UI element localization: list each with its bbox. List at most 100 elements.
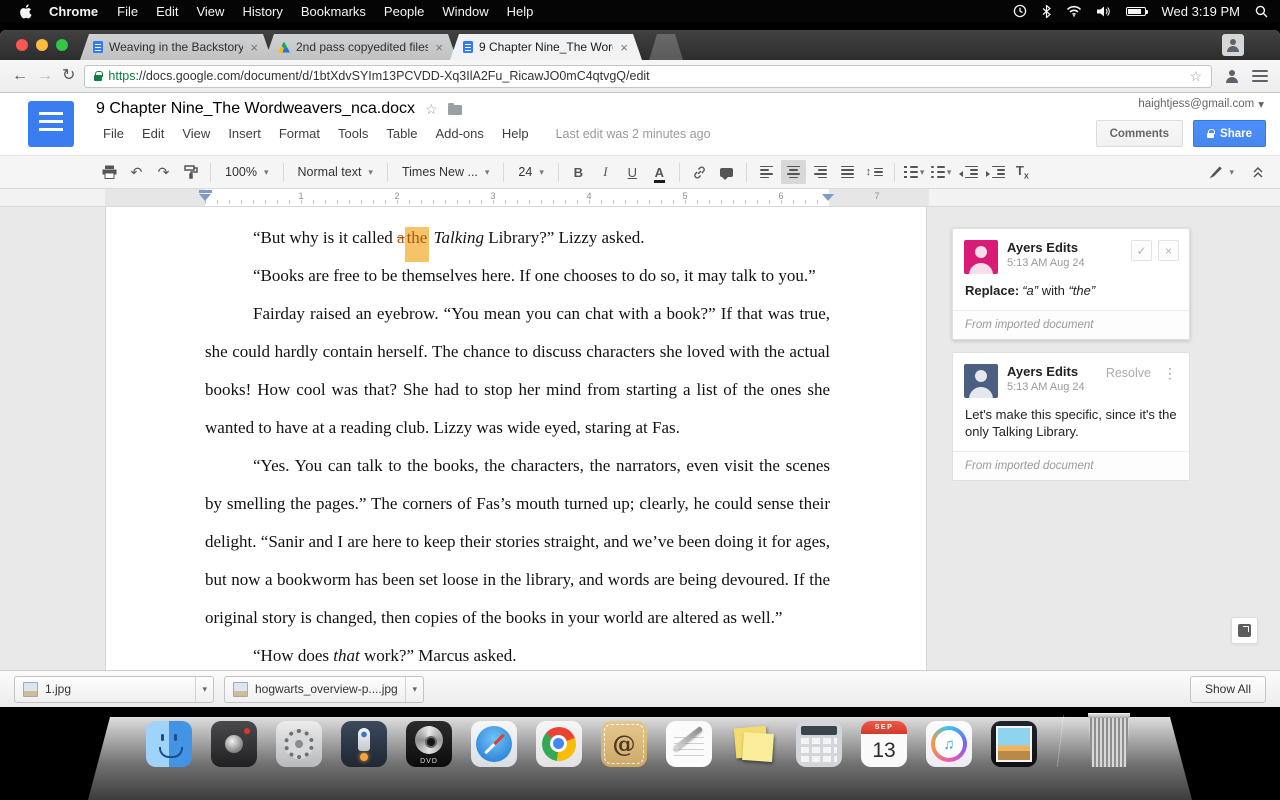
close-window-button[interactable]: [16, 39, 28, 51]
dock-dvd-player-icon[interactable]: DVD: [406, 721, 452, 767]
indent-button[interactable]: [983, 160, 1008, 184]
docs-menu-help[interactable]: Help: [493, 126, 538, 141]
dock-launchpad-icon[interactable]: [341, 721, 387, 767]
star-document-icon[interactable]: ☆: [425, 101, 438, 118]
font-dropdown[interactable]: Times New ... ▾: [395, 160, 496, 184]
bluetooth-icon[interactable]: [1042, 4, 1052, 18]
tab-weaving-backstory[interactable]: Weaving in the Backstory ×: [80, 34, 272, 60]
dock-chrome-icon[interactable]: [536, 721, 582, 767]
dock-iphoto-icon[interactable]: [991, 721, 1037, 767]
dock-textedit-icon[interactable]: [666, 721, 712, 767]
insert-link-button[interactable]: [687, 160, 712, 184]
recent-items-icon[interactable]: [1013, 4, 1027, 18]
new-tab-button[interactable]: [649, 34, 683, 60]
profile-menu-button[interactable]: [1221, 65, 1243, 87]
menubar-item-window[interactable]: Window: [442, 4, 488, 19]
menubar-item-file[interactable]: File: [117, 4, 138, 19]
collapse-toolbar-button[interactable]: [1245, 160, 1270, 184]
dock-trash-icon[interactable]: [1088, 713, 1130, 767]
paragraph[interactable]: “Books are free to be themselves here. I…: [205, 257, 830, 295]
docs-menu-edit[interactable]: Edit: [133, 126, 173, 141]
secure-lock-icon[interactable]: [94, 71, 104, 81]
tab-close-icon[interactable]: ×: [619, 41, 629, 54]
spotlight-icon[interactable]: [1255, 5, 1268, 18]
chrome-menu-button[interactable]: [1252, 70, 1268, 82]
editing-mode-dropdown[interactable]: ▾: [1202, 160, 1241, 184]
comment-card-replace[interactable]: Ayers Edits 5:13 AM Aug 24 ✓ × Replace: “…: [952, 228, 1190, 340]
dock-photo-booth-icon[interactable]: [211, 721, 257, 767]
underline-button[interactable]: U: [620, 160, 645, 184]
paragraph[interactable]: “But why is it called a the Talking Libra…: [205, 219, 830, 262]
menubar-item-bookmarks[interactable]: Bookmarks: [301, 4, 366, 19]
resolve-button[interactable]: Resolve: [1102, 364, 1155, 382]
show-all-downloads-button[interactable]: Show All: [1189, 675, 1266, 703]
menubar-item-help[interactable]: Help: [507, 4, 534, 19]
back-button[interactable]: ←: [12, 68, 28, 84]
zoom-window-button[interactable]: [56, 39, 68, 51]
dock-system-preferences-icon[interactable]: [276, 721, 322, 767]
dock-calculator-icon[interactable]: [796, 721, 842, 767]
text-color-button[interactable]: A: [653, 165, 666, 183]
dock-safari-icon[interactable]: [471, 721, 517, 767]
download-item-2[interactable]: hogwarts_overview-p....jpg ▾: [224, 675, 424, 703]
comments-button[interactable]: Comments: [1095, 120, 1184, 147]
reload-button[interactable]: ↻: [62, 68, 75, 84]
docs-menu-insert[interactable]: Insert: [219, 126, 270, 141]
docs-menu-tools[interactable]: Tools: [329, 126, 377, 141]
account-menu[interactable]: haightjess@gmail.com ▾: [1138, 97, 1264, 111]
download-options-icon[interactable]: ▾: [405, 676, 423, 702]
dock-stickies-icon[interactable]: [731, 721, 777, 767]
volume-icon[interactable]: [1097, 6, 1111, 17]
right-indent-marker[interactable]: [822, 194, 834, 201]
docs-menu-addons[interactable]: Add-ons: [426, 126, 492, 141]
download-item-1[interactable]: 1.jpg ▾: [14, 675, 214, 703]
browser-profile-button[interactable]: [1222, 34, 1244, 56]
print-button[interactable]: [97, 160, 122, 184]
italic-button[interactable]: I: [593, 160, 618, 184]
align-left-button[interactable]: [754, 160, 779, 184]
bulleted-list-button[interactable]: ▾: [929, 160, 954, 184]
battery-icon[interactable]: [1126, 6, 1149, 16]
align-justify-button[interactable]: [835, 160, 860, 184]
suggested-deletion[interactable]: a: [397, 228, 405, 247]
insert-comment-button[interactable]: [714, 160, 739, 184]
paint-format-button[interactable]: [178, 160, 203, 184]
dock-itunes-icon[interactable]: ♫: [926, 721, 972, 767]
menubar-clock[interactable]: Wed 3:19 PM: [1161, 4, 1240, 19]
numbered-list-button[interactable]: ▾: [902, 160, 927, 184]
docs-menu-format[interactable]: Format: [270, 126, 329, 141]
clear-formatting-button[interactable]: Tx: [1010, 160, 1035, 184]
paragraph-styles-dropdown[interactable]: Normal text ▾: [291, 160, 380, 184]
first-line-indent-marker[interactable]: [199, 190, 212, 193]
docs-menu-view[interactable]: View: [173, 126, 219, 141]
tab-close-icon[interactable]: ×: [434, 41, 444, 54]
outdent-button[interactable]: [956, 160, 981, 184]
line-spacing-button[interactable]: ↕: [862, 160, 887, 184]
address-bar[interactable]: https://docs.google.com/document/d/1btXd…: [84, 64, 1212, 88]
bookmark-star-icon[interactable]: ☆: [1189, 68, 1202, 85]
menubar-item-people[interactable]: People: [384, 4, 424, 19]
zoom-dropdown[interactable]: 100% ▾: [218, 160, 276, 184]
tab-close-icon[interactable]: ×: [249, 41, 259, 54]
minimize-window-button[interactable]: [36, 39, 48, 51]
accept-suggestion-button[interactable]: ✓: [1131, 240, 1152, 261]
docs-menu-file[interactable]: File: [94, 126, 133, 141]
comment-options-icon[interactable]: ⋮: [1161, 365, 1179, 382]
undo-button[interactable]: ↶: [124, 160, 149, 184]
menubar-item-edit[interactable]: Edit: [156, 4, 178, 19]
document-page[interactable]: “But why is it called a the Talking Libra…: [105, 207, 927, 670]
reject-suggestion-button[interactable]: ×: [1158, 240, 1179, 261]
menubar-app-name[interactable]: Chrome: [49, 4, 98, 19]
last-edit-status[interactable]: Last edit was 2 minutes ago: [556, 127, 711, 141]
document-title[interactable]: 9 Chapter Nine_The Wordweavers_nca.docx: [96, 100, 415, 118]
dock-mail-icon[interactable]: @: [601, 721, 647, 767]
move-to-folder-icon[interactable]: [447, 103, 462, 115]
comment-card-note[interactable]: Ayers Edits 5:13 AM Aug 24 Resolve ⋮ Let…: [952, 352, 1190, 481]
paragraph[interactable]: “Yes. You can talk to the books, the cha…: [205, 447, 830, 637]
forward-button[interactable]: →: [37, 68, 53, 84]
left-indent-marker[interactable]: [199, 194, 211, 201]
tab-copyedited-files[interactable]: 2nd pass copyedited files ×: [265, 34, 457, 60]
redo-button[interactable]: ↷: [151, 160, 176, 184]
share-button[interactable]: Share: [1193, 120, 1266, 147]
wifi-icon[interactable]: [1066, 5, 1082, 17]
